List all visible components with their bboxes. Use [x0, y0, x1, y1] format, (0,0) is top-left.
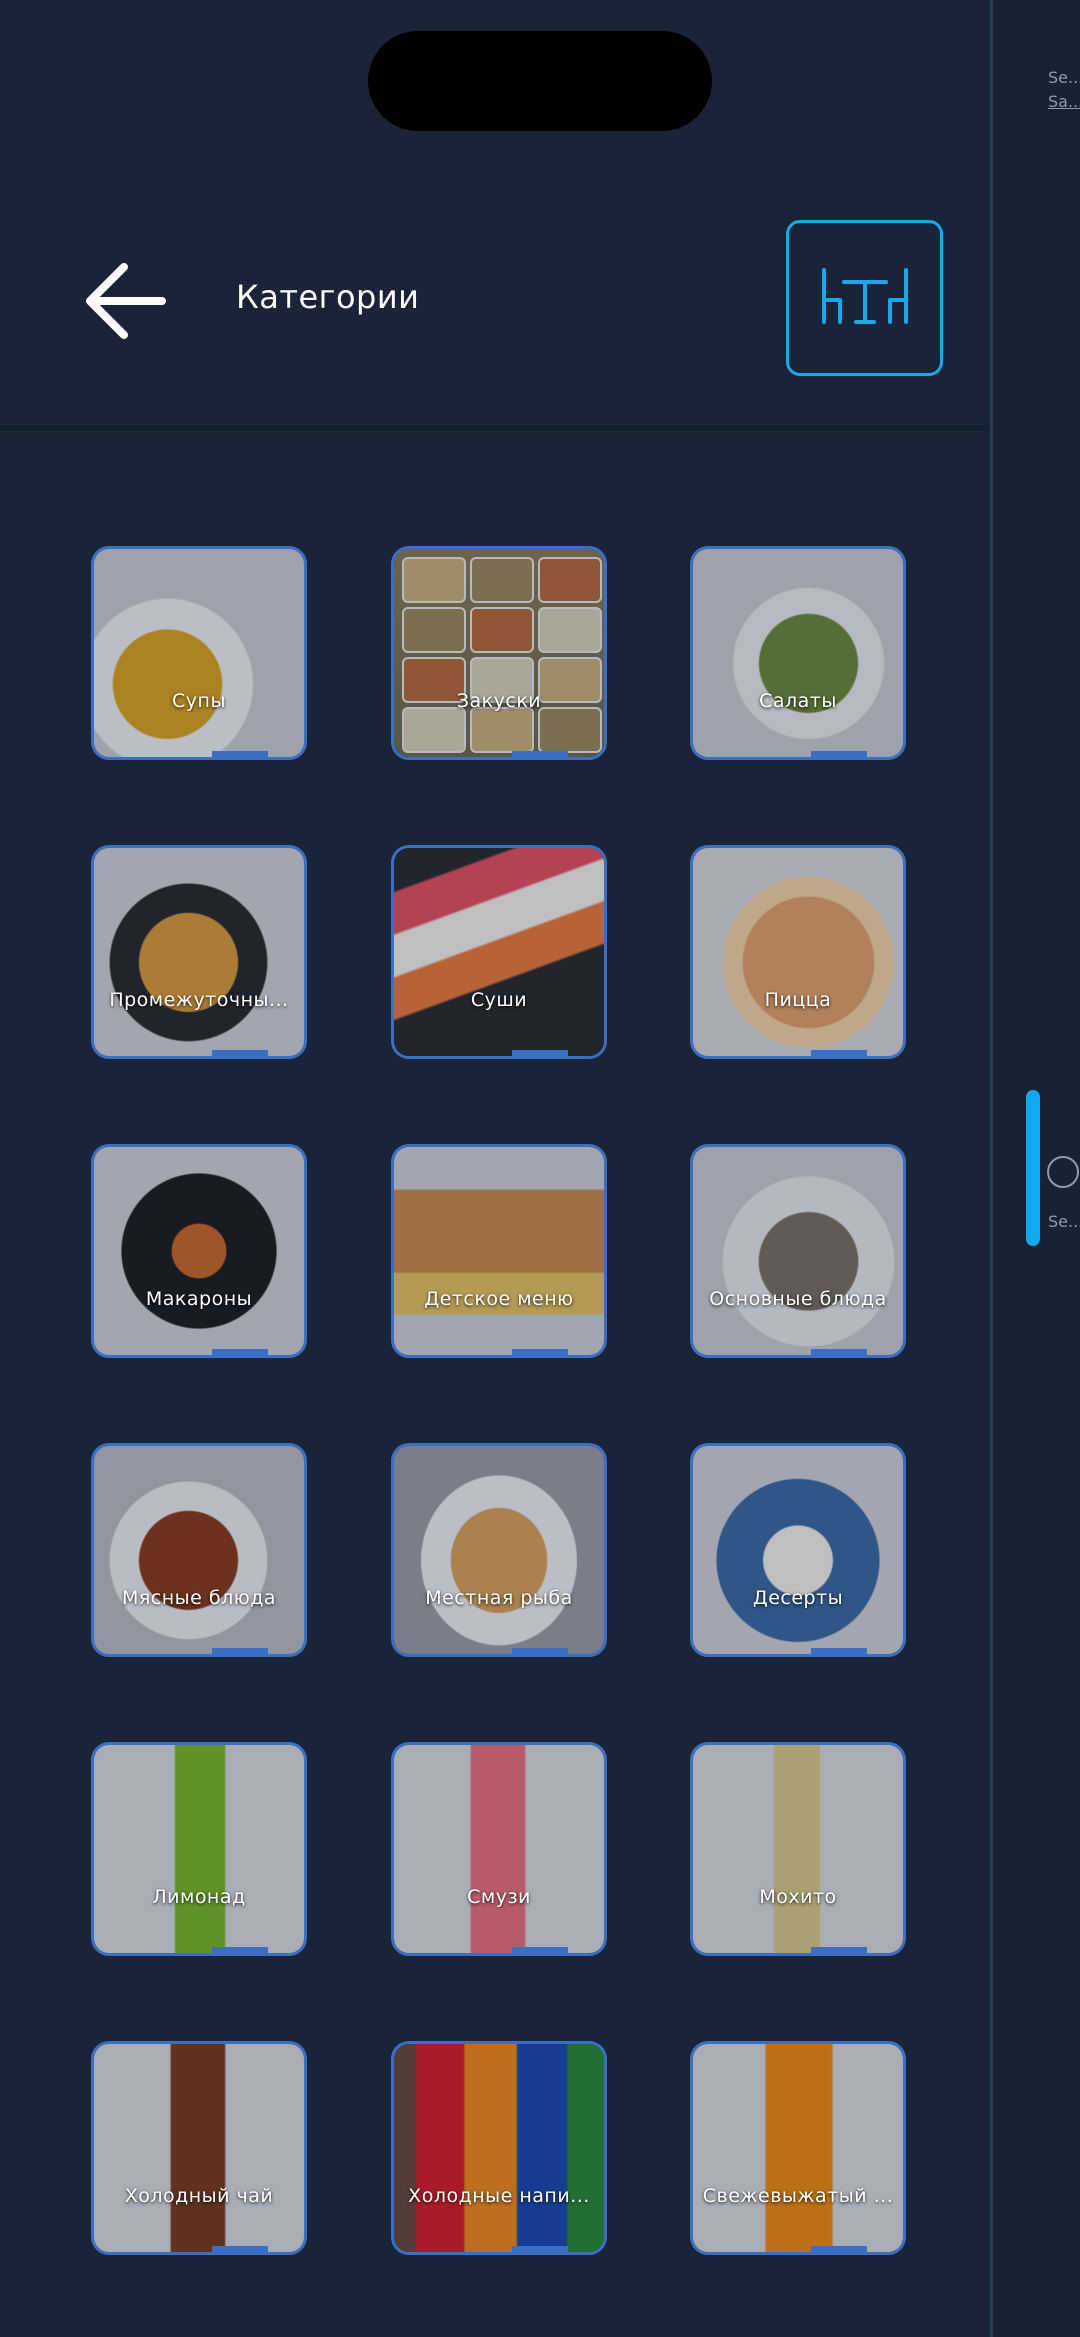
category-tile[interactable]: Детское меню [391, 1144, 607, 1358]
category-tile[interactable]: Десерты [690, 1443, 906, 1657]
tile-overlay [94, 1446, 304, 1654]
tile-indicator [512, 1050, 568, 1056]
category-label: Холодные напи... [408, 2185, 590, 2207]
category-tile[interactable]: Холодные напи... [391, 2041, 607, 2255]
category-tile[interactable]: Мясные блюда [91, 1443, 307, 1657]
tile-indicator [212, 751, 268, 757]
table-button[interactable] [786, 220, 943, 376]
category-label: Свежевыжатый ... [702, 2185, 894, 2207]
category-tile[interactable]: Макароны [91, 1144, 307, 1358]
side-cutlery-icon[interactable] [1047, 1156, 1079, 1188]
tile-overlay [94, 549, 304, 757]
tile-overlay [94, 2044, 304, 2252]
category-tile[interactable]: Салаты [690, 546, 906, 760]
tile-indicator [811, 1648, 867, 1654]
tile-indicator [811, 1050, 867, 1056]
tile-indicator [212, 1050, 268, 1056]
category-tile[interactable]: Холодный чай [91, 2041, 307, 2255]
tile-indicator [212, 2246, 268, 2252]
side-text-1: Se... [1048, 68, 1080, 87]
camera-notch [368, 31, 712, 131]
side-scroll-handle[interactable] [1026, 1090, 1040, 1246]
category-tile[interactable]: Смузи [391, 1742, 607, 1956]
category-label: Промежуточны... [109, 989, 289, 1011]
tile-indicator [811, 1947, 867, 1953]
category-tile[interactable]: Мохито [690, 1742, 906, 1956]
tile-overlay [693, 549, 903, 757]
tile-indicator [811, 2246, 867, 2252]
tile-overlay [394, 1446, 604, 1654]
tile-overlay [394, 848, 604, 1056]
back-button[interactable] [84, 258, 170, 344]
tile-indicator [212, 1648, 268, 1654]
tile-indicator [512, 2246, 568, 2252]
category-label: Холодный чай [124, 2185, 274, 2207]
tile-overlay [94, 848, 304, 1056]
tile-overlay [394, 2044, 604, 2252]
tile-indicator [512, 1947, 568, 1953]
tile-overlay [693, 1745, 903, 1953]
category-tile[interactable]: Супы [91, 546, 307, 760]
tile-indicator [811, 1349, 867, 1355]
tile-overlay [94, 1745, 304, 1953]
tile-overlay [394, 549, 604, 757]
category-tile[interactable]: Закуски [391, 546, 607, 760]
category-label: Мясные блюда [121, 1587, 277, 1609]
category-label: Местная рыба [425, 1587, 573, 1609]
category-label: Пицца [764, 989, 832, 1011]
tile-indicator [512, 751, 568, 757]
tile-overlay [693, 848, 903, 1056]
category-label: Мохито [759, 1886, 837, 1908]
category-tile[interactable]: Пицца [690, 845, 906, 1059]
tile-overlay [394, 1147, 604, 1355]
arrow-left-icon [86, 263, 166, 339]
category-label: Супы [172, 690, 226, 712]
category-label: Детское меню [424, 1288, 574, 1310]
tile-indicator [811, 751, 867, 757]
tile-overlay [94, 1147, 304, 1355]
category-label: Лимонад [152, 1886, 246, 1908]
tile-overlay [693, 1147, 903, 1355]
tile-overlay [394, 1745, 604, 1953]
tile-indicator [212, 1947, 268, 1953]
side-text-3: Se... [1048, 1212, 1080, 1231]
tile-indicator [212, 1349, 268, 1355]
category-label: Макароны [145, 1288, 253, 1310]
side-text-2[interactable]: Sa... [1048, 92, 1080, 111]
category-label: Десерты [752, 1587, 844, 1609]
tile-overlay [693, 1446, 903, 1654]
header-shadow [0, 425, 990, 445]
category-label: Смузи [467, 1886, 531, 1908]
page-title: Категории [236, 278, 420, 316]
category-label: Закуски [456, 690, 542, 712]
category-tile[interactable]: Свежевыжатый ... [690, 2041, 906, 2255]
tile-indicator [512, 1648, 568, 1654]
tile-overlay [693, 2044, 903, 2252]
category-label: Суши [470, 989, 528, 1011]
category-tile[interactable]: Промежуточны... [91, 845, 307, 1059]
table-chairs-icon [821, 268, 908, 324]
category-tile[interactable]: Лимонад [91, 1742, 307, 1956]
category-tile[interactable]: Местная рыба [391, 1443, 607, 1657]
category-tile[interactable]: Основные блюда [690, 1144, 906, 1358]
tile-indicator [512, 1349, 568, 1355]
category-label: Основные блюда [709, 1288, 887, 1310]
category-label: Салаты [759, 690, 837, 712]
category-tile[interactable]: Суши [391, 845, 607, 1059]
